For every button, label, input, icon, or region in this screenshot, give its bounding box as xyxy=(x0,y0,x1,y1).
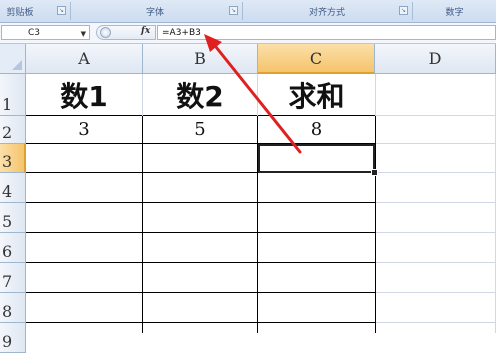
annotation-arrow xyxy=(204,34,302,154)
annotation-arrow-shaft xyxy=(210,40,302,154)
